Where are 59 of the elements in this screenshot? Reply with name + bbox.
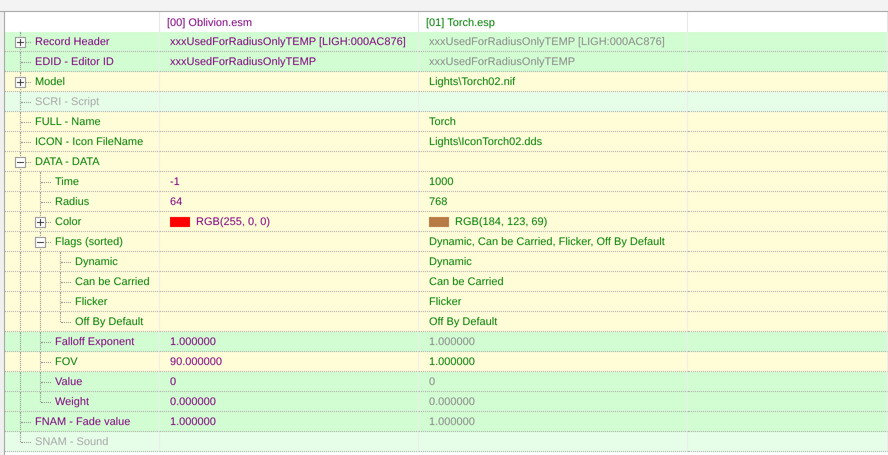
table-cell: 0.000000 <box>160 392 419 412</box>
field-name: Record Header <box>34 36 110 48</box>
field-name: Can be Carried <box>74 276 150 288</box>
table-cell: xxxUsedForRadiusOnlyTEMP [LIGH:000AC876] <box>160 32 419 52</box>
plus-icon <box>37 219 44 226</box>
table-cell: Dynamic <box>419 252 688 272</box>
collapse-toggle[interactable] <box>35 237 46 248</box>
table-cell: 64 <box>160 192 419 212</box>
table-cell: Flicker <box>419 292 688 312</box>
expand-toggle[interactable] <box>15 77 26 88</box>
table-cell: 0 <box>160 372 419 392</box>
field-name: FULL - Name <box>34 116 101 128</box>
table-cell: 1.000000 <box>419 332 688 352</box>
field-name: Flags (sorted) <box>54 236 123 248</box>
table-cell: Torch <box>419 112 688 132</box>
collapse-toggle[interactable] <box>15 157 26 168</box>
table-cell: 1.000000 <box>160 412 419 432</box>
field-name: Flicker <box>74 296 108 308</box>
plus-icon <box>17 39 24 46</box>
table-cell: 768 <box>419 192 688 212</box>
table-cell: Lights\IconTorch02.dds <box>419 132 688 152</box>
color-value: RGB(255, 0, 0) <box>196 216 270 228</box>
table-cell: 1.000000 <box>160 332 419 352</box>
field-name: SCRI - Script <box>34 96 100 108</box>
table-cell: 0.000000 <box>419 392 688 412</box>
field-name: Falloff Exponent <box>54 336 134 348</box>
expand-toggle[interactable] <box>15 37 26 48</box>
table-cell: 90.000000 <box>160 352 419 372</box>
field-name: SNAM - Sound <box>34 436 108 448</box>
expand-toggle[interactable] <box>35 217 46 228</box>
field-name: FNAM - Fade value <box>34 416 130 428</box>
table-cell: xxxUsedForRadiusOnlyTEMP <box>160 52 419 72</box>
field-name: Weight <box>54 396 90 408</box>
table-cell: 1.000000 <box>419 352 688 372</box>
field-name: Color <box>54 216 82 228</box>
table-cell: xxxUsedForRadiusOnlyTEMP <box>419 52 688 72</box>
table-cell: Dynamic, Can be Carried, Flicker, Off By Default <box>419 232 688 252</box>
table-cell: 1000 <box>419 172 688 192</box>
table-cell: Can be Carried <box>419 272 688 292</box>
field-name: Time <box>54 176 80 188</box>
table-cell: Lights\Torch02.nif <box>419 72 688 92</box>
table-cell: 1.000000 <box>419 412 688 432</box>
field-name: FOV <box>54 356 78 368</box>
field-name: Off By Default <box>74 316 144 328</box>
color-value: RGB(184, 123, 69) <box>455 216 548 228</box>
minus-icon <box>37 239 44 246</box>
field-name: Dynamic <box>74 256 118 268</box>
table-cell: -1 <box>160 172 419 192</box>
field-name: Radius <box>54 196 90 208</box>
plus-icon <box>17 79 24 86</box>
field-name: Value <box>54 376 82 388</box>
minus-icon <box>17 159 24 166</box>
table-cell: xxxUsedForRadiusOnlyTEMP [LIGH:000AC876] <box>419 32 688 52</box>
field-name: ICON - Icon FileName <box>34 136 144 148</box>
field-name: EDID - Editor ID <box>34 56 114 68</box>
table-cell: 0 <box>419 372 688 392</box>
field-name: Model <box>34 76 65 88</box>
field-name: DATA - DATA <box>34 156 100 168</box>
table-cell: Off By Default <box>419 312 688 332</box>
